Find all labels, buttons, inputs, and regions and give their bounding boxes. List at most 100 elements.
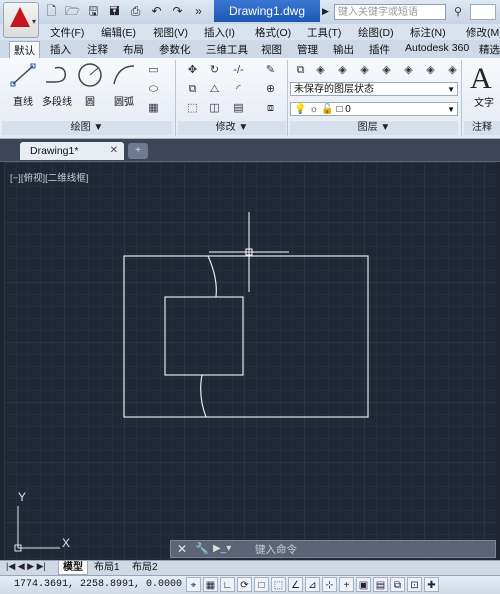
- tab-parametric[interactable]: 参数化: [159, 42, 191, 57]
- array-icon[interactable]: ▤: [230, 100, 247, 117]
- trim-icon[interactable]: -/-: [230, 62, 247, 79]
- search-icon[interactable]: ⚲: [450, 4, 466, 20]
- tab-layout1[interactable]: 布局1: [90, 561, 124, 574]
- more-icon[interactable]: »: [191, 4, 206, 19]
- layer-icon[interactable]: ◈: [356, 62, 373, 79]
- erase-icon[interactable]: ✎: [262, 62, 279, 79]
- polar-icon[interactable]: ⟳: [237, 577, 252, 592]
- menu-file[interactable]: 文件(F): [50, 25, 84, 40]
- circle-icon: [78, 63, 102, 87]
- rectangle-icon[interactable]: ▭: [145, 62, 162, 79]
- tab-featured[interactable]: 精选: [479, 42, 500, 57]
- menu-view[interactable]: 视图(V): [153, 25, 188, 40]
- close-icon[interactable]: ✕: [110, 142, 118, 160]
- tab-insert[interactable]: 插入: [50, 42, 71, 57]
- save-as-icon[interactable]: 🖬: [107, 4, 122, 19]
- model-space-icon[interactable]: ✚: [424, 577, 439, 592]
- tab-autodesk-360[interactable]: Autodesk 360: [405, 42, 469, 54]
- file-tab-drawing1[interactable]: Drawing1* ✕: [20, 142, 124, 160]
- help-search-input[interactable]: 键入关键字或短语: [334, 4, 446, 20]
- layer-icon[interactable]: ◈: [312, 62, 329, 79]
- circle-tool-button[interactable]: 圆: [71, 62, 109, 108]
- layout-nav-buttons[interactable]: |◀ ◀ ▶ ▶|: [6, 561, 46, 572]
- tab-layout2[interactable]: 布局2: [128, 561, 162, 574]
- annotation-panel-title[interactable]: 注释: [464, 121, 500, 135]
- osnap-icon[interactable]: □: [254, 577, 269, 592]
- ellipse-icon[interactable]: ⬭: [145, 81, 162, 98]
- undo-icon[interactable]: ↶: [149, 4, 164, 19]
- tab-annotate[interactable]: 注释: [87, 42, 108, 57]
- annotation-monitor-icon[interactable]: ⊡: [407, 577, 422, 592]
- layer-icon[interactable]: ◈: [400, 62, 417, 79]
- explode-icon[interactable]: ⊕: [262, 81, 279, 98]
- layer-icon[interactable]: ◈: [422, 62, 439, 79]
- 3d-osnap-icon[interactable]: ⬚: [271, 577, 286, 592]
- otrack-icon[interactable]: ∠: [288, 577, 303, 592]
- draw-panel-title[interactable]: 绘图 ▼: [2, 121, 172, 135]
- command-line[interactable]: ✕ 🔧 ▶_▾ 键入命令: [170, 540, 496, 558]
- fillet-icon[interactable]: ◜: [230, 81, 247, 98]
- line-tool-button[interactable]: 直线: [4, 62, 42, 108]
- layer-dropdown[interactable]: 💡 ☼ 🔓 □ 0 ▼: [290, 102, 458, 116]
- line-icon: [10, 63, 36, 87]
- dyn-icon[interactable]: ⊹: [322, 577, 337, 592]
- menu-format[interactable]: 格式(O): [255, 25, 291, 40]
- layer-state-dropdown[interactable]: 未保存的图层状态 ▼: [290, 82, 458, 96]
- close-icon[interactable]: ✕: [177, 542, 187, 556]
- new-icon[interactable]: 🗋: [44, 4, 59, 19]
- mirror-icon[interactable]: ⧍: [206, 81, 223, 98]
- layer-icon[interactable]: ◈: [444, 62, 461, 79]
- tab-plugins[interactable]: 插件: [369, 42, 390, 57]
- menu-tools[interactable]: 工具(T): [307, 25, 341, 40]
- layer-icon[interactable]: ◈: [334, 62, 351, 79]
- text-tool-icon[interactable]: A: [470, 62, 492, 96]
- layer-panel-title[interactable]: 图层 ▼: [290, 121, 458, 135]
- menu-edit[interactable]: 编辑(E): [101, 25, 136, 40]
- menu-dimension[interactable]: 标注(N): [410, 25, 446, 40]
- menu-bar: 文件(F) 编辑(E) 视图(V) 插入(I) 格式(O) 工具(T) 绘图(D…: [0, 24, 500, 40]
- layer-properties-icon[interactable]: ⧉: [292, 62, 309, 79]
- move-icon[interactable]: ✥: [184, 62, 201, 79]
- grid-icon[interactable]: ▦: [203, 577, 218, 592]
- tab-model[interactable]: 模型: [58, 561, 88, 575]
- quick-properties-icon[interactable]: ▤: [373, 577, 388, 592]
- new-tab-button[interactable]: +: [128, 143, 148, 159]
- tab-view[interactable]: 视图: [261, 42, 282, 57]
- rotate-icon[interactable]: ↻: [206, 62, 223, 79]
- circle-tool-label: 圆: [85, 97, 95, 108]
- menu-draw[interactable]: 绘图(D): [358, 25, 394, 40]
- arc-tool-button[interactable]: 圆弧: [105, 62, 143, 108]
- window-controls[interactable]: [470, 4, 496, 20]
- coordinate-readout: 1774.3691, 2258.8991, 0.0000: [14, 579, 183, 590]
- wrench-icon[interactable]: 🔧: [195, 542, 209, 555]
- copy-icon[interactable]: ⧉: [184, 81, 201, 98]
- drawing-canvas[interactable]: [−][俯视][二维线框] Y X: [4, 162, 496, 560]
- modify-panel-title[interactable]: 修改 ▼: [178, 121, 286, 135]
- hatch-icon[interactable]: ▦: [145, 100, 162, 117]
- command-prompt-icon[interactable]: ▶_▾: [213, 543, 231, 554]
- scale-icon[interactable]: ◫: [206, 100, 223, 117]
- stretch-icon[interactable]: ⬚: [184, 100, 201, 117]
- tab-manage[interactable]: 管理: [297, 42, 318, 57]
- ducs-icon[interactable]: ⊿: [305, 577, 320, 592]
- search-toggle-icon[interactable]: ▶: [322, 6, 329, 17]
- tab-layout[interactable]: 布局: [123, 42, 144, 57]
- selection-cycling-icon[interactable]: ⧉: [390, 577, 405, 592]
- snap-icon[interactable]: ⌖: [186, 577, 201, 592]
- menu-modify[interactable]: 修改(M): [466, 25, 500, 40]
- command-input[interactable]: 键入命令: [255, 542, 297, 557]
- application-menu-button[interactable]: ▾: [3, 2, 39, 38]
- transparency-icon[interactable]: ▣: [356, 577, 371, 592]
- menu-insert[interactable]: 插入(I): [204, 25, 235, 40]
- save-icon[interactable]: 🖫: [86, 4, 101, 19]
- tab-3d-tools[interactable]: 三维工具: [206, 42, 248, 57]
- print-icon[interactable]: ⎙: [128, 4, 143, 19]
- tab-output[interactable]: 输出: [333, 42, 354, 57]
- lineweight-icon[interactable]: +: [339, 577, 354, 592]
- drawing-geometry: [14, 212, 369, 552]
- open-icon[interactable]: 🗁: [65, 4, 80, 19]
- offset-icon[interactable]: ⧈: [262, 100, 279, 117]
- ortho-icon[interactable]: ∟: [220, 577, 235, 592]
- layer-icon[interactable]: ◈: [378, 62, 395, 79]
- redo-icon[interactable]: ↷: [170, 4, 185, 19]
